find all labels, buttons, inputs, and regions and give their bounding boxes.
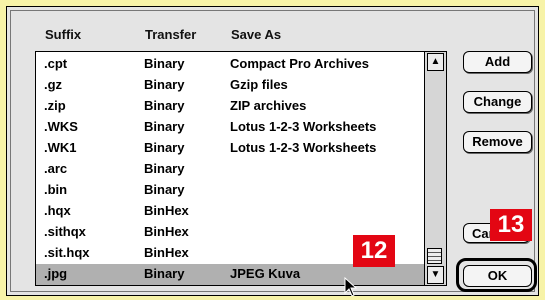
list-item[interactable]: .gz Binary Gzip files xyxy=(36,75,424,96)
column-header-save-as: Save As xyxy=(231,27,282,42)
scroll-down-arrow-icon[interactable]: ▼ xyxy=(427,266,444,284)
save-as-cell: Compact Pro Archives xyxy=(230,56,369,71)
list-item-selected[interactable]: .jpg Binary JPEG Kuva xyxy=(36,264,424,285)
save-as-cell: Lotus 1-2-3 Worksheets xyxy=(230,140,377,155)
list-item[interactable]: .hqx BinHex xyxy=(36,201,424,222)
ok-button-default-ring: OK xyxy=(456,258,537,292)
transfer-cell: Binary xyxy=(144,182,185,197)
suffix-cell: .WKS xyxy=(44,119,78,134)
suffix-cell: .gz xyxy=(44,77,63,92)
suffix-mapping-dialog: Suffix Transfer Save As .cpt Binary Comp… xyxy=(6,6,539,297)
add-button[interactable]: Add xyxy=(463,51,532,73)
list-item[interactable]: .cpt Binary Compact Pro Archives xyxy=(36,54,424,75)
column-header-transfer: Transfer xyxy=(145,27,197,42)
list-item[interactable]: .bin Binary xyxy=(36,180,424,201)
list-item[interactable]: .arc Binary xyxy=(36,159,424,180)
ok-button[interactable]: OK xyxy=(463,265,532,287)
suffix-cell: .sithqx xyxy=(44,224,86,239)
suffix-cell: .arc xyxy=(44,161,68,176)
suffix-cell: .bin xyxy=(44,182,68,197)
mouse-pointer-icon xyxy=(344,277,358,297)
suffix-cell: .zip xyxy=(44,98,66,113)
suffix-cell: .jpg xyxy=(44,266,68,281)
save-as-cell: ZIP archives xyxy=(230,98,307,113)
suffix-cell: .hqx xyxy=(44,203,71,218)
transfer-cell: Binary xyxy=(144,98,185,113)
transfer-cell: Binary xyxy=(144,140,185,155)
scroll-up-arrow-icon[interactable]: ▲ xyxy=(427,53,444,71)
suffix-cell: .cpt xyxy=(44,56,68,71)
transfer-cell: Binary xyxy=(144,119,185,134)
vertical-scrollbar[interactable]: ▲ ▼ xyxy=(424,52,446,285)
transfer-cell: BinHex xyxy=(144,203,189,218)
transfer-cell: Binary xyxy=(144,56,185,71)
suffix-cell: .WK1 xyxy=(44,140,77,155)
column-header-suffix: Suffix xyxy=(45,27,82,42)
suffix-cell: .sit.hqx xyxy=(44,245,90,260)
transfer-cell: Binary xyxy=(144,77,185,92)
list-item[interactable]: .WKS Binary Lotus 1-2-3 Worksheets xyxy=(36,117,424,138)
transfer-cell: Binary xyxy=(144,161,185,176)
scroll-thumb[interactable] xyxy=(427,248,442,264)
save-as-cell: JPEG Kuva xyxy=(230,266,301,281)
remove-button[interactable]: Remove xyxy=(463,131,532,153)
transfer-cell: BinHex xyxy=(144,245,189,260)
transfer-cell: Binary xyxy=(144,266,185,281)
list-item[interactable]: .WK1 Binary Lotus 1-2-3 Worksheets xyxy=(36,138,424,159)
save-as-cell: Lotus 1-2-3 Worksheets xyxy=(230,119,377,134)
save-as-cell: Gzip files xyxy=(230,77,288,92)
list-item[interactable]: .zip Binary ZIP archives xyxy=(36,96,424,117)
change-button[interactable]: Change xyxy=(463,91,532,113)
transfer-cell: BinHex xyxy=(144,224,189,239)
callout-badge-ok: 13 xyxy=(490,209,532,241)
callout-badge-list: 12 xyxy=(353,235,395,267)
